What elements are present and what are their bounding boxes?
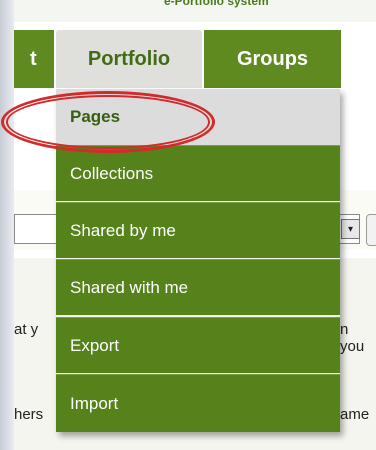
content-text-right-1: n you xyxy=(340,321,365,355)
highlight-annotation-inner xyxy=(6,95,210,149)
select-arrow-icon[interactable]: ▾ xyxy=(341,219,360,239)
nav-tab-groups[interactable]: Groups xyxy=(204,30,341,88)
site-title: e-Portfolio system xyxy=(164,0,269,8)
menu-item-shared-by-me[interactable]: Shared by me xyxy=(56,202,340,258)
header-strip: e-Portfolio system xyxy=(14,0,376,22)
menu-item-import[interactable]: Import xyxy=(56,374,340,432)
nav-tab-partial[interactable]: t xyxy=(14,30,54,88)
nav-tab-portfolio[interactable]: Portfolio xyxy=(56,30,202,88)
menu-item-shared-with-me[interactable]: Shared with me xyxy=(56,259,340,315)
window-edge xyxy=(0,0,14,450)
menu-item-collections[interactable]: Collections xyxy=(56,145,340,201)
content-text-right-2: ame xyxy=(340,406,370,423)
main-nav: t Portfolio Groups xyxy=(14,30,341,90)
content-text-left-1: at y xyxy=(14,321,39,338)
filter-button[interactable] xyxy=(366,214,376,246)
menu-item-export[interactable]: Export xyxy=(56,317,340,373)
content-text-left-2: hers xyxy=(14,406,44,423)
